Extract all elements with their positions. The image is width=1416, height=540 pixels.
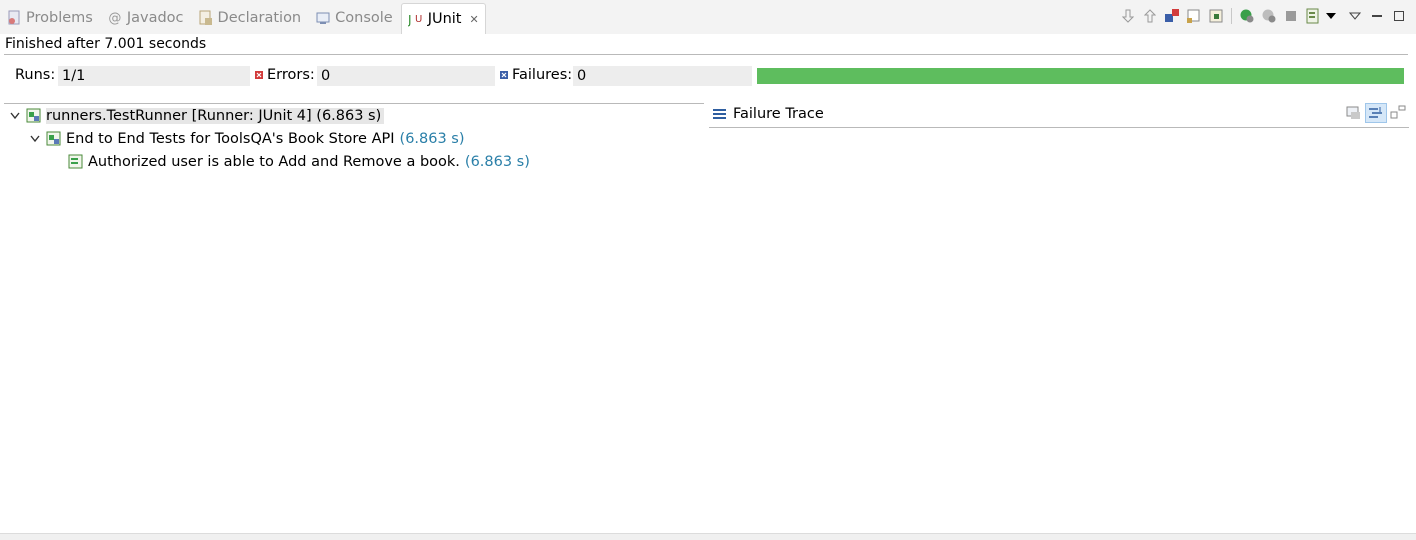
divider [4, 54, 1408, 55]
runs-value: 1/1 [58, 66, 250, 86]
failure-icon [500, 71, 508, 79]
tree-item-label: End to End Tests for ToolsQA's Book Stor… [66, 131, 395, 147]
junit-icon: JU [408, 11, 424, 27]
tree-item-label: Authorized user is able to Add and Remov… [88, 154, 460, 170]
next-failure-icon[interactable] [1117, 6, 1139, 26]
stop-icon[interactable] [1280, 6, 1302, 26]
toolbar-separator [1231, 8, 1232, 24]
previous-failure-icon[interactable] [1139, 6, 1161, 26]
tab-label: Console [335, 10, 393, 26]
tree-item-time: (6.863 s) [464, 154, 530, 170]
tree-item-label: runners.TestRunner [Runner: JUnit 4] (6.… [46, 108, 385, 124]
status-strip [0, 533, 1416, 540]
history-icon[interactable] [1302, 6, 1324, 26]
copy-trace-icon[interactable] [1387, 103, 1409, 123]
tab-bar: Problems @ Javadoc Declaration Console J… [0, 0, 1416, 34]
tree-item-runner[interactable]: runners.TestRunner [Runner: JUnit 4] (6.… [8, 105, 385, 127]
close-icon[interactable]: ✕ [470, 13, 479, 26]
errors-label: Errors: [267, 67, 315, 83]
tab-label: Declaration [217, 10, 302, 26]
tab-label: Problems [26, 10, 93, 26]
status-text: Finished after 7.001 seconds [5, 36, 207, 52]
rerun-failed-first-icon[interactable] [1258, 6, 1280, 26]
test-suite-icon [46, 131, 62, 147]
tree-item-test[interactable]: Authorized user is able to Add and Remov… [68, 151, 530, 173]
minimize-icon[interactable] [1366, 6, 1388, 26]
failure-trace-panel: Failure Trace [709, 103, 1409, 533]
failures-value: 0 [573, 66, 752, 86]
tree-item-time: (6.863 s) [399, 131, 465, 147]
console-icon [315, 10, 331, 26]
view-menu-icon[interactable] [1324, 6, 1338, 26]
failure-trace-header: Failure Trace [709, 103, 1409, 128]
tab-junit[interactable]: JU JUnit ✕ [400, 3, 486, 34]
runs-label: Runs: [15, 67, 56, 83]
filter-stack-icon[interactable] [1365, 103, 1387, 123]
view-toolbar [1117, 6, 1410, 26]
javadoc-icon: @ [108, 10, 122, 26]
tree-item-suite[interactable]: End to End Tests for ToolsQA's Book Stor… [28, 128, 465, 150]
svg-text:J: J [408, 13, 412, 27]
errors-value: 0 [317, 66, 495, 86]
chevron-down-icon[interactable] [1344, 6, 1366, 26]
problems-icon [6, 10, 22, 26]
test-suite-icon [26, 108, 42, 124]
failures-label: Failures: [512, 67, 573, 83]
error-icon [255, 71, 263, 79]
progress-bar [757, 68, 1404, 84]
tab-javadoc[interactable]: @ Javadoc [101, 3, 192, 33]
failure-trace-title: Failure Trace [733, 106, 824, 122]
failures-only-icon[interactable] [1161, 6, 1183, 26]
failure-trace-toolbar [1343, 103, 1409, 123]
maximize-icon[interactable] [1388, 6, 1410, 26]
rerun-icon[interactable] [1236, 6, 1258, 26]
tab-declaration[interactable]: Declaration [192, 3, 310, 33]
tab-label: Javadoc [126, 10, 184, 26]
chevron-down-icon[interactable] [28, 135, 42, 143]
test-pass-icon [68, 154, 84, 170]
chevron-down-icon[interactable] [8, 112, 22, 120]
tab-label: JUnit [427, 11, 462, 27]
tab-problems[interactable]: Problems [0, 3, 101, 33]
tab-console[interactable]: Console [309, 3, 401, 33]
junit-view: Problems @ Javadoc Declaration Console J… [0, 0, 1416, 540]
stack-trace-icon [713, 109, 726, 119]
svg-text:U: U [415, 14, 422, 25]
test-tree: runners.TestRunner [Runner: JUnit 4] (6.… [4, 103, 704, 534]
show-skipped-icon[interactable] [1205, 6, 1227, 26]
scroll-lock-icon[interactable] [1183, 6, 1205, 26]
declaration-icon [198, 10, 214, 26]
compare-results-icon[interactable] [1343, 103, 1365, 123]
